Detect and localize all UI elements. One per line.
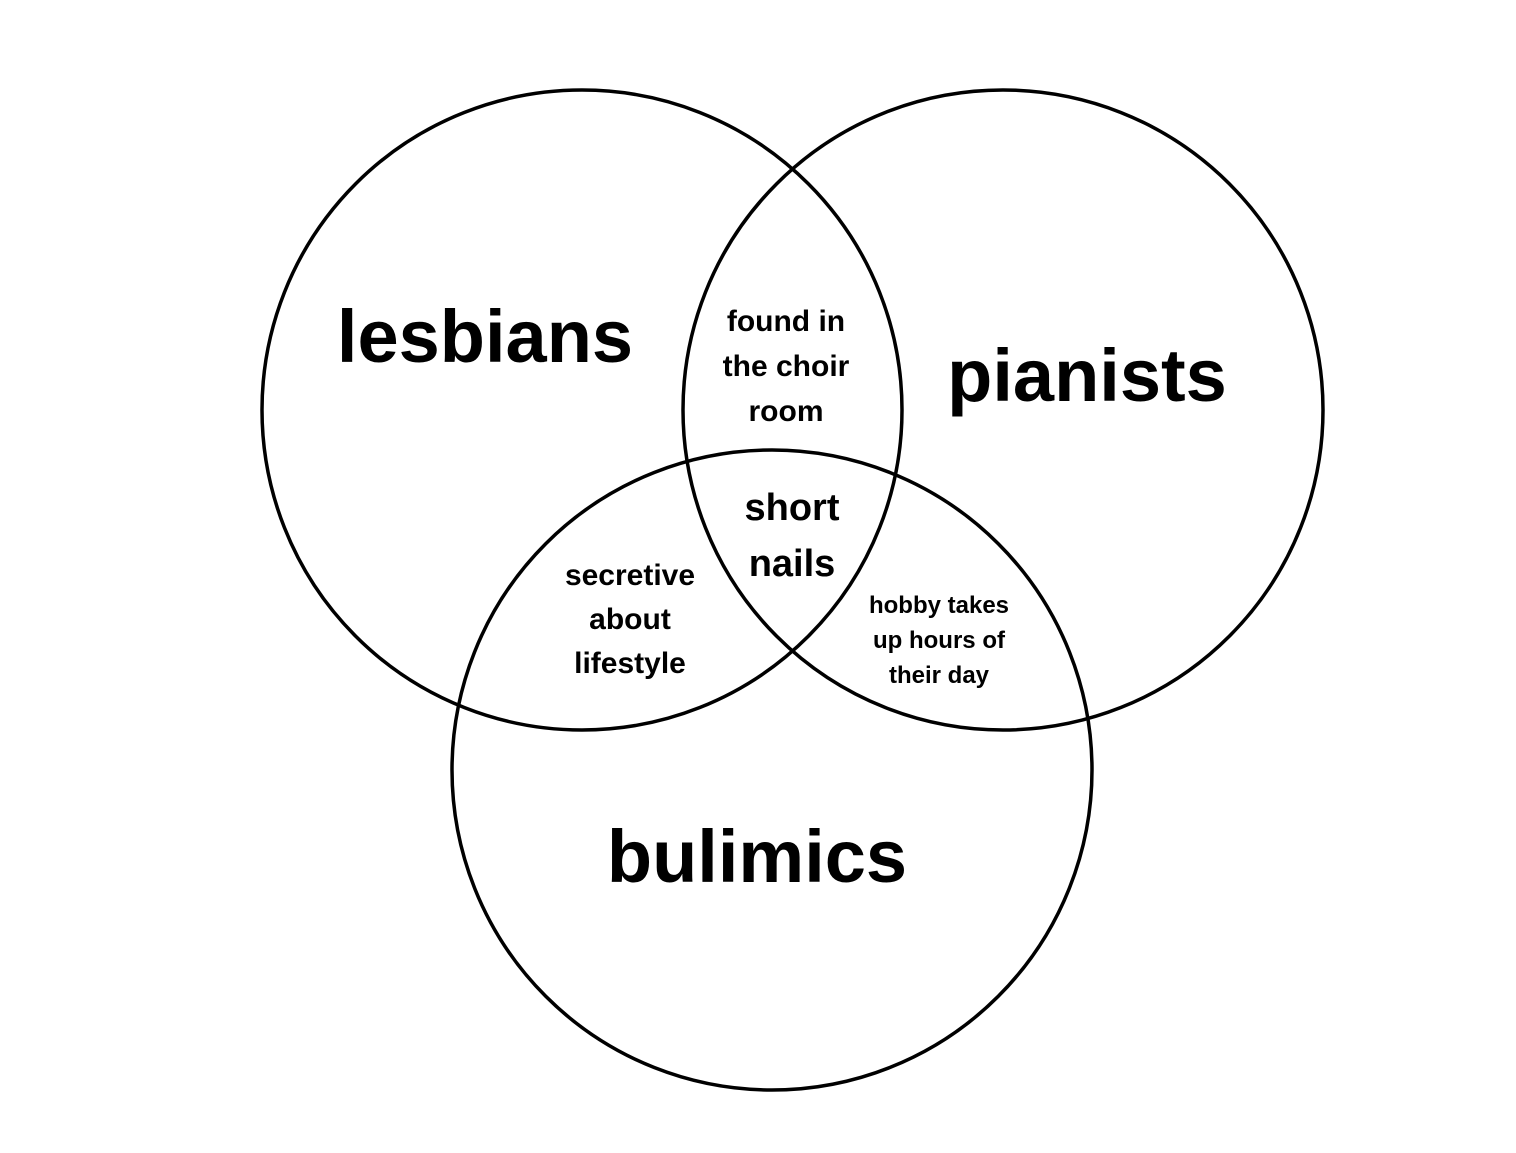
intersection-label-line: found in xyxy=(727,305,845,338)
set-label-lesbians: lesbians xyxy=(337,295,633,378)
intersection-label-line: short xyxy=(745,487,840,529)
set-label-bulimics: bulimics xyxy=(607,815,907,898)
intersection-label-line: up hours of xyxy=(873,627,1006,654)
intersection-label-line: nails xyxy=(749,543,836,585)
intersection-label-line: the choir xyxy=(723,350,850,383)
set-label-pianists: pianists xyxy=(947,334,1227,417)
intersection-label-line: hobby takes xyxy=(869,592,1009,619)
intersection-label-line: about xyxy=(589,603,671,636)
intersection-label-line: room xyxy=(749,395,824,428)
intersection-lesbians-pianists: found in the choir room xyxy=(723,305,850,428)
intersection-pianists-bulimics: hobby takes up hours of their day xyxy=(869,592,1009,689)
intersection-label-line: lifestyle xyxy=(574,647,686,680)
intersection-all-three: short nails xyxy=(745,487,840,585)
intersection-label-line: their day xyxy=(889,662,990,689)
intersection-lesbians-bulimics: secretive about lifestyle xyxy=(565,559,695,680)
intersection-label-line: secretive xyxy=(565,559,695,592)
venn-diagram: lesbians pianists bulimics found in the … xyxy=(260,88,1325,1092)
